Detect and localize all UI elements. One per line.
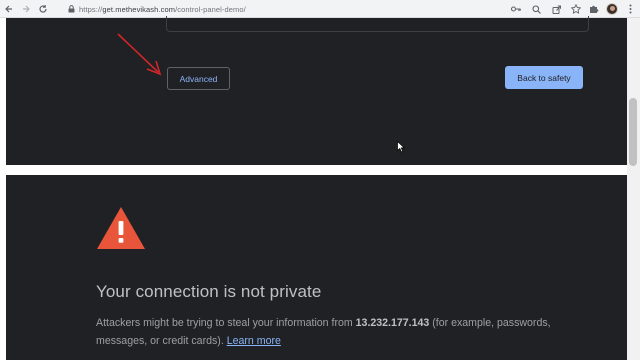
warning-description: Attackers might be trying to steal your … [96,314,566,350]
interstitial-main-panel: Your connection is not private Attackers… [6,175,627,360]
lock-icon[interactable] [66,4,76,14]
arrow-left-icon [5,5,12,12]
details-box-edge [166,16,589,32]
page-viewport: Advanced Back to safety Your connection … [0,16,640,360]
extensions-icon[interactable] [588,3,600,15]
ip-address: 13.232.177.143 [355,317,430,329]
advanced-button[interactable]: Advanced [167,67,230,90]
key-icon[interactable] [510,3,522,15]
back-button[interactable] [1,1,17,17]
reload-button[interactable] [35,1,51,17]
zoom-icon[interactable] [530,3,542,15]
browser-window: https://get.methevikash.com/control-pane… [0,0,640,360]
toolbar-actions [588,1,636,17]
url-text: https://get.methevikash.com/control-pane… [79,5,246,14]
arrow-right-icon [23,5,30,12]
forward-button[interactable] [18,1,34,17]
scrollbar-thumb[interactable] [629,98,637,166]
description-text: Attackers might be trying to steal your … [96,317,356,329]
interstitial-actions-panel: Advanced Back to safety [6,16,627,165]
url-scheme: https:// [79,4,103,14]
url-host: get.methevikash.com [102,4,176,14]
warning-triangle-icon [97,207,145,249]
menu-icon[interactable] [624,3,636,15]
annotation-arrow-icon [117,33,162,76]
mouse-cursor-icon [397,141,405,153]
reload-icon [39,4,47,13]
url-path: /control-panel-demo/ [175,4,246,14]
back-to-safety-button[interactable]: Back to safety [505,66,583,89]
page-title: Your connection is not private [96,282,322,301]
omnibox-actions [510,2,582,16]
star-icon[interactable] [570,3,582,15]
learn-more-link[interactable]: Learn more [227,335,281,347]
profile-avatar[interactable] [606,3,618,15]
share-icon[interactable] [550,3,562,15]
address-bar[interactable]: https://get.methevikash.com/control-pane… [60,2,588,16]
section-divider [6,165,627,175]
vertical-scrollbar[interactable] [627,18,640,360]
